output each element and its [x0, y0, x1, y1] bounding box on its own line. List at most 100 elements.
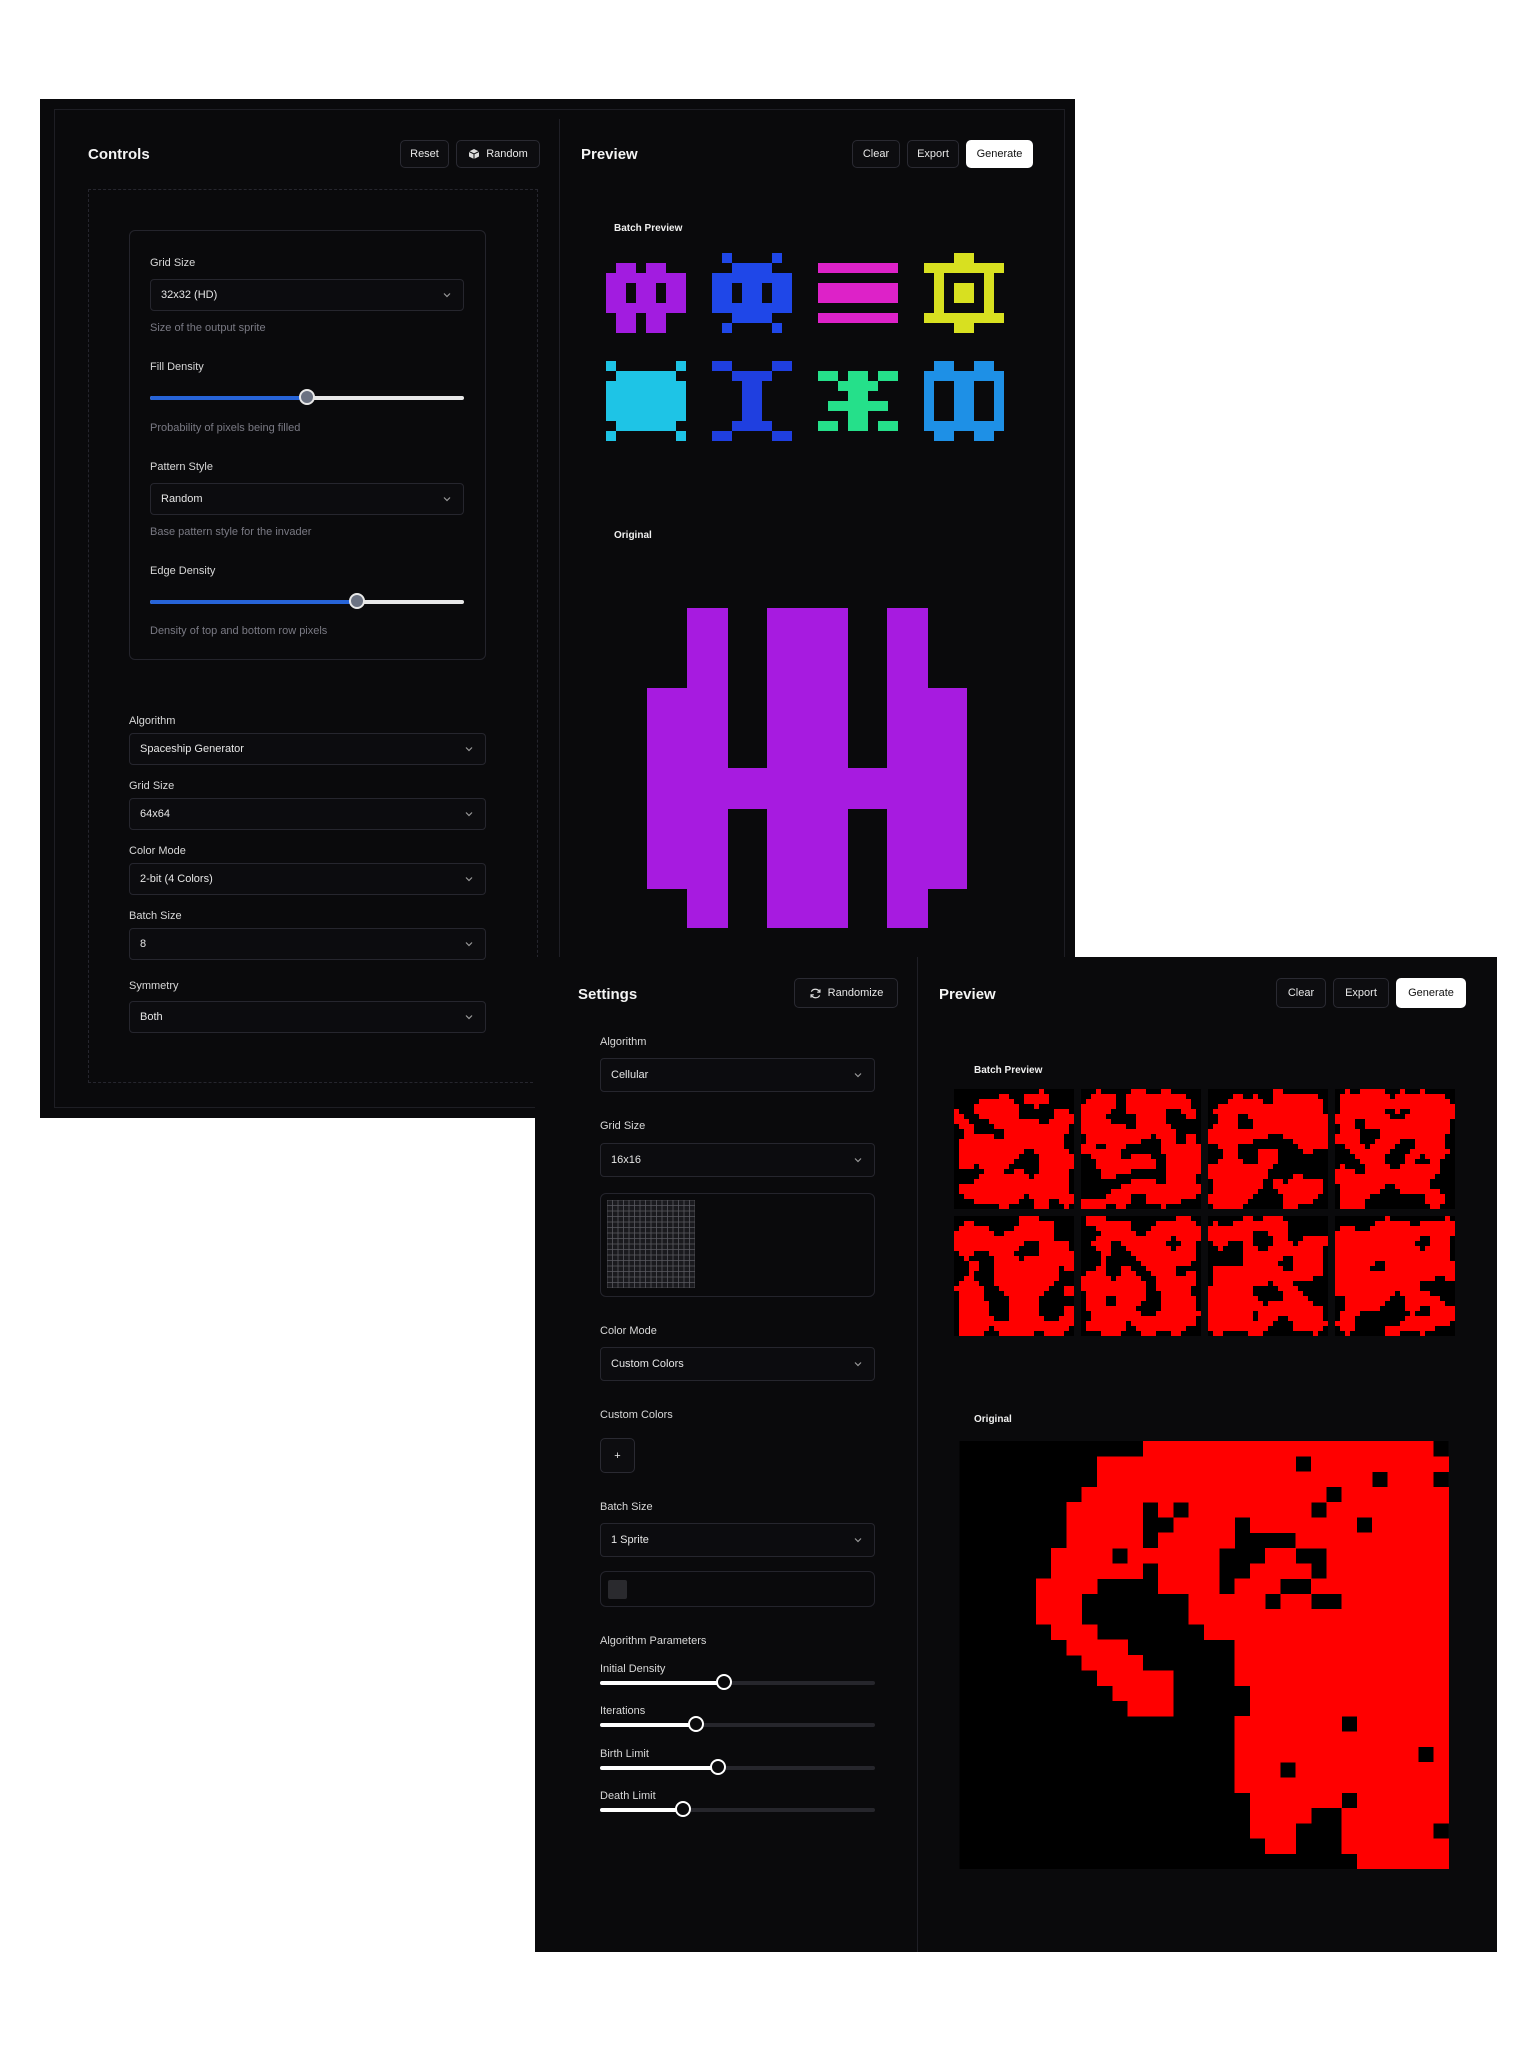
sprite-pixel — [1131, 1159, 1137, 1165]
sprite-pixel — [1340, 1321, 1346, 1327]
sprite-pixel — [1091, 1154, 1097, 1160]
edge-density-slider[interactable] — [150, 593, 464, 611]
sprite-pixel — [1258, 1104, 1264, 1110]
sprite-pixel — [1101, 1276, 1107, 1282]
add-color-button[interactable]: + — [600, 1438, 635, 1473]
iterations-slider[interactable] — [600, 1716, 875, 1734]
sprite-pixel — [1009, 1114, 1015, 1120]
grid-size-select[interactable]: 32x32 (HD) — [150, 279, 464, 311]
sprite-pixel — [1303, 1179, 1309, 1185]
death-limit-slider[interactable] — [600, 1801, 875, 1819]
batch-sprite[interactable] — [818, 361, 898, 441]
sprite-pixel — [1019, 1281, 1025, 1287]
batch-sprite[interactable] — [818, 253, 898, 333]
batch-sprite[interactable] — [1081, 1216, 1201, 1336]
initial-density-slider[interactable] — [600, 1674, 875, 1692]
sprite-pixel — [1273, 1316, 1279, 1322]
sprite-pixel — [1360, 1144, 1366, 1150]
slider-thumb[interactable] — [688, 1716, 705, 1732]
sprite-pixel — [1116, 1194, 1122, 1200]
batch-size-select[interactable]: 8 — [129, 928, 486, 960]
sprite-pixel — [1146, 1261, 1152, 1267]
generate-button[interactable]: Generate — [966, 140, 1033, 168]
export-button[interactable]: Export — [1333, 978, 1389, 1008]
sprite-pixel — [964, 1326, 970, 1332]
sprite-pixel — [1059, 1251, 1065, 1257]
generate-button[interactable]: Generate — [1396, 978, 1466, 1008]
sprite-pixel — [1303, 1099, 1309, 1105]
sprite-pixel — [1435, 1241, 1441, 1247]
sprite-pixel — [1433, 1517, 1449, 1534]
sprite-pixel — [1186, 1216, 1192, 1222]
sprite-pixel — [1156, 1256, 1162, 1262]
batch-size-select[interactable]: 1 Sprite — [600, 1523, 875, 1557]
algorithm-label: Algorithm — [600, 1036, 647, 1048]
batch-sprite[interactable] — [1335, 1089, 1455, 1209]
reset-button[interactable]: Reset — [400, 140, 449, 168]
sprite-pixel — [944, 431, 955, 441]
sprite-pixel — [1360, 1094, 1366, 1100]
batch-sprite[interactable] — [954, 1089, 1074, 1209]
symmetry-label: Symmetry — [129, 980, 179, 992]
fill-density-slider[interactable] — [150, 389, 464, 407]
color-mode-select[interactable]: Custom Colors — [600, 1347, 875, 1381]
sprite-pixel — [1054, 1174, 1060, 1180]
sprite-pixel — [989, 1174, 995, 1180]
sprite-pixel — [1097, 1639, 1113, 1656]
batch-sprite[interactable] — [954, 1216, 1074, 1336]
slider-thumb[interactable] — [710, 1759, 727, 1775]
slider-thumb[interactable] — [715, 1674, 732, 1690]
algorithm-select[interactable]: Spaceship Generator — [129, 733, 486, 765]
batch-sprite[interactable] — [712, 253, 792, 333]
color-mode-select[interactable]: 2-bit (4 Colors) — [129, 863, 486, 895]
sprite-pixel — [984, 1301, 990, 1307]
sprite-pixel — [1293, 1124, 1299, 1130]
sprite-pixel — [1433, 1563, 1449, 1579]
clear-button[interactable]: Clear — [852, 140, 900, 168]
batch-sprite[interactable] — [924, 361, 1004, 441]
sprite-pixel — [1311, 1639, 1327, 1656]
algorithm-select[interactable]: Cellular — [600, 1058, 875, 1092]
sprite-pixel — [1435, 1301, 1441, 1307]
sprite-pixel — [1265, 1777, 1281, 1793]
sprite-pixel — [974, 1149, 980, 1155]
batch-sprite[interactable] — [606, 361, 686, 441]
batch-sprite[interactable] — [712, 361, 792, 441]
batch-sprite[interactable] — [924, 253, 1004, 333]
sprite-pixel — [1405, 1266, 1411, 1272]
sprite-pixel — [1029, 1236, 1035, 1242]
export-button[interactable]: Export — [907, 140, 959, 168]
sprite-pixel — [1034, 1129, 1040, 1135]
symmetry-select[interactable]: Both — [129, 1001, 486, 1033]
random-button[interactable]: Random — [456, 140, 540, 168]
slider-thumb[interactable] — [674, 1801, 691, 1817]
sprite-pixel — [1430, 1134, 1436, 1140]
pattern-style-select[interactable]: Random — [150, 483, 464, 515]
sprite-pixel — [1039, 1134, 1045, 1140]
sprite-pixel — [1425, 1296, 1431, 1302]
sprite-pixel — [848, 411, 859, 422]
batch-sprite[interactable] — [1335, 1216, 1455, 1336]
slider-thumb[interactable] — [299, 389, 315, 405]
batch-sprite[interactable] — [606, 253, 686, 333]
sprite-pixel — [1308, 1099, 1314, 1105]
slider-thumb[interactable] — [349, 593, 366, 609]
grid-size-select[interactable]: 16x16 — [600, 1143, 875, 1177]
sprite-pixel — [868, 293, 879, 304]
randomize-button[interactable]: Randomize — [794, 978, 898, 1008]
clear-button[interactable]: Clear — [1276, 978, 1326, 1008]
sprite-pixel — [1014, 1114, 1020, 1120]
birth-limit-slider[interactable] — [600, 1759, 875, 1777]
batch-sprite[interactable] — [1081, 1089, 1201, 1209]
sprite-pixel — [979, 1301, 985, 1307]
sprite-pixel — [1265, 1578, 1281, 1595]
batch-sprite[interactable] — [1208, 1089, 1328, 1209]
sprite-pixel — [1263, 1104, 1269, 1110]
sprite-pixel — [1121, 1271, 1127, 1277]
sprite-pixel — [964, 1316, 970, 1322]
sprite-pixel — [1218, 1169, 1224, 1175]
sprite-pixel — [1081, 1199, 1087, 1205]
grid-size-select-2[interactable]: 64x64 — [129, 798, 486, 830]
sprite-pixel — [1176, 1144, 1182, 1150]
batch-sprite[interactable] — [1208, 1216, 1328, 1336]
